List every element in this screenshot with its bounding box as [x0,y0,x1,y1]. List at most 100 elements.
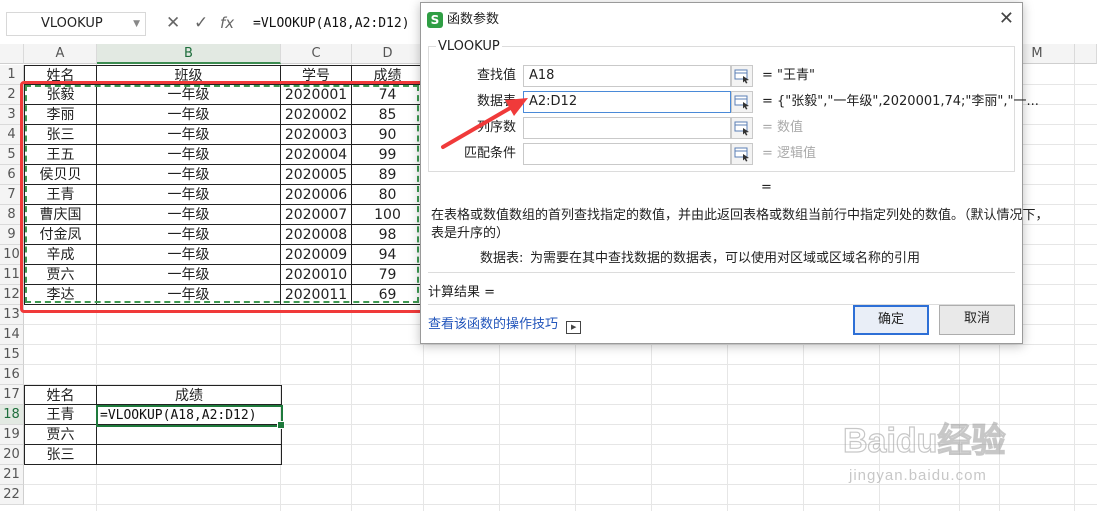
row-header-11[interactable]: 11 [0,265,24,285]
column-header-a[interactable]: A [24,44,97,64]
range-select-icon[interactable] [731,117,753,139]
arg-input[interactable]: A18 [523,65,731,87]
table-cell[interactable]: 2020005 [281,165,352,185]
column-header-d[interactable]: D [352,44,424,64]
table-cell[interactable]: 一年级 [97,85,281,105]
table-cell[interactable]: 2020008 [281,225,352,245]
help-link[interactable]: 查看该函数的操作技巧 ▶ [428,316,582,334]
column-heading[interactable]: 班级 [97,65,281,85]
table-cell[interactable]: 2020011 [281,285,352,305]
table-cell[interactable] [97,445,282,465]
table-cell[interactable]: 一年级 [97,105,281,125]
table-cell[interactable]: 80 [352,185,424,205]
help-link-text[interactable]: 查看该函数的操作技巧 [428,317,558,332]
insert-function-icon[interactable]: fx [220,12,234,34]
confirm-icon[interactable]: ✓ [194,12,208,34]
row-header-22[interactable]: 22 [0,485,24,505]
row-header-3[interactable]: 3 [0,105,24,125]
table-cell[interactable]: 侯贝贝 [24,165,97,185]
arg-input[interactable] [523,143,731,165]
fill-handle[interactable] [277,421,285,429]
row-header-18[interactable]: 18 [0,405,24,425]
table-cell[interactable]: 一年级 [97,245,281,265]
table-cell[interactable]: 一年级 [97,185,281,205]
cancel-button[interactable]: 取消 [939,305,1015,335]
table-cell[interactable]: 一年级 [97,265,281,285]
table-cell[interactable]: 74 [352,85,424,105]
name-box[interactable]: VLOOKUP ▼ [6,12,146,36]
table-cell[interactable]: 一年级 [97,125,281,145]
column-heading[interactable]: 学号 [281,65,352,85]
active-cell[interactable] [96,405,285,429]
range-select-icon[interactable] [731,65,753,87]
table-cell[interactable]: 张毅 [24,85,97,105]
table-cell[interactable]: 辛成 [24,245,97,265]
table-cell[interactable]: 一年级 [97,205,281,225]
row-header-13[interactable]: 13 [0,305,24,325]
table-cell[interactable]: 89 [352,165,424,185]
table-cell[interactable]: 一年级 [97,225,281,245]
video-icon[interactable]: ▶ [566,321,582,334]
arg-input[interactable] [523,117,731,139]
row-header-15[interactable]: 15 [0,345,24,365]
table-cell[interactable]: 李达 [24,285,97,305]
table-cell[interactable]: 张三 [24,125,97,145]
table-cell[interactable]: 2020004 [281,145,352,165]
table-cell[interactable]: 贾六 [24,265,97,285]
row-header-9[interactable]: 9 [0,225,24,245]
column-header-b[interactable]: B [97,44,281,64]
range-select-icon[interactable] [731,91,753,113]
table-cell[interactable] [97,425,282,445]
row-header-2[interactable]: 2 [0,85,24,105]
column-heading[interactable]: 姓名 [24,65,97,85]
column-header-c[interactable]: C [281,44,352,64]
row-header-17[interactable]: 17 [0,385,24,405]
table-cell[interactable]: 王青 [24,185,97,205]
table-cell[interactable]: 79 [352,265,424,285]
formula-input[interactable]: =VLOOKUP(A18,A2:D12) [253,12,410,36]
table-cell[interactable]: 2020007 [281,205,352,225]
row-header-21[interactable]: 21 [0,465,24,485]
range-select-icon[interactable] [731,143,753,165]
table-cell[interactable]: 85 [352,105,424,125]
ok-button[interactable]: 确定 [853,305,929,335]
row-header-12[interactable]: 12 [0,285,24,305]
table-cell[interactable]: 98 [352,225,424,245]
cancel-icon[interactable]: ✕ [166,12,180,34]
table-cell[interactable]: 69 [352,285,424,305]
table-cell[interactable]: 王五 [24,145,97,165]
select-all-corner[interactable] [0,44,24,64]
table-cell[interactable]: 付金凤 [24,225,97,245]
row-header-14[interactable]: 14 [0,325,24,345]
chevron-down-icon[interactable]: ▼ [133,13,140,35]
row-header-6[interactable]: 6 [0,165,24,185]
table-cell[interactable]: 贾六 [24,425,97,445]
column-heading[interactable]: 成绩 [352,65,424,85]
table-cell[interactable]: 一年级 [97,285,281,305]
table-cell[interactable]: 王青 [24,405,97,425]
row-header-7[interactable]: 7 [0,185,24,205]
row-header-4[interactable]: 4 [0,125,24,145]
table-cell[interactable]: 94 [352,245,424,265]
row-header-1[interactable]: 1 [0,65,24,85]
table-cell[interactable]: 2020006 [281,185,352,205]
dialog-titlebar[interactable]: S 函数参数 ✕ [421,3,1022,37]
row-header-19[interactable]: 19 [0,425,24,445]
close-icon[interactable]: ✕ [999,9,1014,29]
table-cell[interactable]: 张三 [24,445,97,465]
table-cell[interactable]: 90 [352,125,424,145]
table-cell[interactable]: 李丽 [24,105,97,125]
row-header-10[interactable]: 10 [0,245,24,265]
row-header-20[interactable]: 20 [0,445,24,465]
table-cell[interactable]: 100 [352,205,424,225]
table-cell[interactable]: 一年级 [97,165,281,185]
table-cell[interactable]: 曹庆国 [24,205,97,225]
table-cell[interactable]: 2020003 [281,125,352,145]
table-cell[interactable]: 2020002 [281,105,352,125]
column-heading[interactable]: 姓名 [24,385,97,405]
table-cell[interactable]: 一年级 [97,145,281,165]
column-heading[interactable]: 成绩 [97,385,282,405]
table-cell[interactable]: 99 [352,145,424,165]
table-cell[interactable]: 2020001 [281,85,352,105]
row-header-8[interactable]: 8 [0,205,24,225]
